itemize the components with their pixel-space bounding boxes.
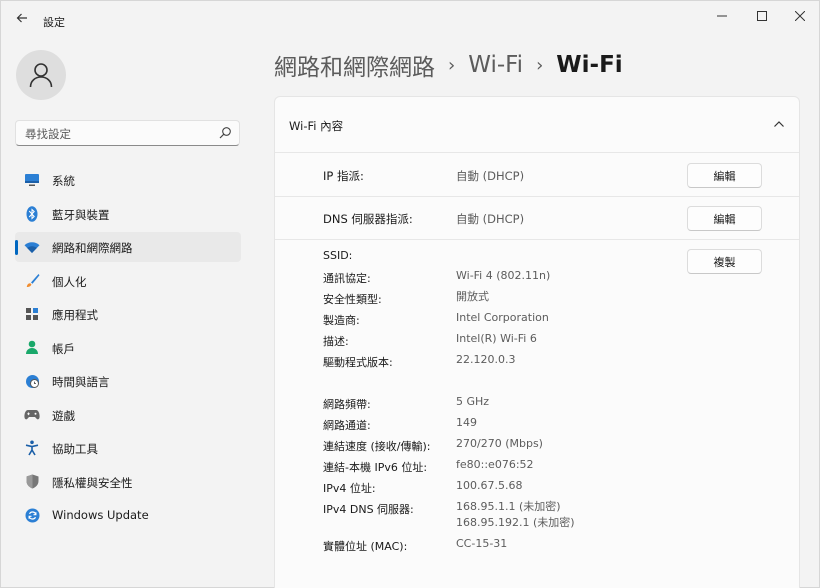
- copy-button[interactable]: 複製: [687, 249, 762, 274]
- security-type-value: 開放式: [456, 290, 489, 303]
- search-input[interactable]: 尋找設定: [15, 120, 240, 146]
- sidebar-item-network[interactable]: 網路和網際網路: [15, 232, 241, 262]
- breadcrumb: 網路和網際網路 › Wi-Fi › Wi-Fi: [274, 47, 623, 83]
- wifi-properties-header[interactable]: Wi-Fi 內容: [275, 97, 799, 153]
- ipv4-label: IPv4 位址:: [323, 482, 376, 495]
- sidebar-item-label: 帳戶: [52, 341, 75, 356]
- ip-assignment-label: IP 指派:: [323, 169, 364, 183]
- sidebar-item-label: 隱私權與安全性: [52, 475, 133, 490]
- back-button[interactable]: [9, 7, 35, 29]
- sidebar-item-accessibility[interactable]: 協助工具: [15, 433, 241, 463]
- sidebar-item-label: 應用程式: [52, 308, 98, 322]
- close-icon: [795, 11, 805, 21]
- title-bar: 設定: [1, 1, 820, 35]
- globe-clock-icon: [24, 373, 40, 389]
- sidebar-item-label: 遊戲: [52, 408, 75, 423]
- security-type-label: 安全性類型:: [323, 293, 382, 306]
- manufacturer-label: 製造商:: [323, 314, 360, 327]
- minimize-icon: [717, 15, 727, 17]
- app-title: 設定: [43, 16, 65, 29]
- person-icon: [24, 340, 40, 356]
- ipv6-value: fe80::e076:52: [456, 458, 534, 471]
- sidebar-item-apps[interactable]: 應用程式: [15, 299, 241, 329]
- ipv6-label: 連結-本機 IPv6 位址:: [323, 461, 428, 474]
- sidebar-item-label: 網路和網際網路: [52, 241, 133, 255]
- ssid-label: SSID:: [323, 249, 353, 262]
- update-icon: [24, 507, 40, 523]
- user-icon: [29, 63, 53, 88]
- sidebar-item-bluetooth[interactable]: 藍牙與裝置: [15, 199, 241, 229]
- network-band-label: 網路頻帶:: [323, 398, 371, 411]
- description-value: Intel(R) Wi-Fi 6: [456, 332, 537, 345]
- ipv4-dns-label: IPv4 DNS 伺服器:: [323, 503, 414, 516]
- maximize-button[interactable]: [745, 5, 779, 27]
- apps-icon: [24, 306, 40, 322]
- page-title: Wi-Fi: [556, 52, 623, 78]
- sidebar-item-label: 時間與語言: [52, 375, 110, 389]
- search-placeholder: 尋找設定: [25, 127, 71, 141]
- shield-icon: [24, 474, 40, 490]
- edit-dns-button[interactable]: 編輯: [687, 206, 762, 231]
- ip-assignment-value: 自動 (DHCP): [456, 169, 525, 183]
- sidebar-nav: 系統 藍牙與裝置 網路和網際網路 個人化 應用程式 帳戶 時間與語言 遊戲 協助…: [15, 165, 241, 534]
- wifi-properties-card: Wi-Fi 內容 IP 指派: 自動 (DHCP) 編輯 DNS 伺服器指派: …: [274, 96, 800, 588]
- ip-assignment-row: IP 指派: 自動 (DHCP) 編輯: [275, 154, 799, 197]
- avatar[interactable]: [16, 50, 66, 100]
- driver-version-value: 22.120.0.3: [456, 353, 516, 366]
- sidebar-item-windows-update[interactable]: Windows Update: [15, 500, 241, 530]
- protocol-value: Wi-Fi 4 (802.11n): [456, 269, 551, 282]
- breadcrumb-wifi[interactable]: Wi-Fi: [468, 52, 523, 78]
- dns-assignment-value: 自動 (DHCP): [456, 212, 525, 226]
- ipv4-dns-value: 168.95.1.1 (未加密): [456, 500, 561, 513]
- edit-ip-button[interactable]: 編輯: [687, 163, 762, 188]
- link-speed-label: 連結速度 (接收/傳輸):: [323, 440, 431, 453]
- ipv4-value: 100.67.5.68: [456, 479, 523, 492]
- driver-version-label: 驅動程式版本:: [323, 356, 393, 369]
- accessibility-icon: [24, 440, 40, 456]
- chevron-right-icon: ›: [448, 54, 456, 76]
- chevron-right-icon: ›: [536, 54, 544, 76]
- manufacturer-value: Intel Corporation: [456, 311, 549, 324]
- network-channel-value: 149: [456, 416, 477, 429]
- sidebar-item-label: 個人化: [52, 274, 87, 289]
- maximize-icon: [757, 11, 767, 21]
- sidebar-item-label: 系統: [52, 174, 75, 188]
- search-icon[interactable]: [218, 126, 232, 140]
- sidebar-item-label: 藍牙與裝置: [52, 207, 110, 222]
- dns-assignment-label: DNS 伺服器指派:: [323, 212, 413, 226]
- monitor-icon: [24, 172, 40, 188]
- sidebar-item-label: 協助工具: [52, 442, 98, 456]
- close-button[interactable]: [783, 5, 817, 27]
- settings-window: 設定 尋找設定 系統 藍牙與裝置 網路和網際網路 個人化 應用程式 帳戶 時間與…: [0, 0, 820, 588]
- breadcrumb-network[interactable]: 網路和網際網路: [274, 48, 435, 82]
- sidebar-item-time-language[interactable]: 時間與語言: [15, 366, 241, 396]
- wifi-properties-title: Wi-Fi 內容: [289, 119, 344, 133]
- network-channel-label: 網路通道:: [323, 419, 371, 432]
- sidebar-item-privacy[interactable]: 隱私權與安全性: [15, 467, 241, 497]
- chevron-up-icon[interactable]: [773, 119, 785, 129]
- sidebar-item-accounts[interactable]: 帳戶: [15, 333, 241, 363]
- ipv4-dns-value-2: 168.95.192.1 (未加密): [456, 516, 575, 529]
- sidebar-item-system[interactable]: 系統: [15, 165, 241, 195]
- link-speed-value: 270/270 (Mbps): [456, 437, 543, 450]
- gamepad-icon: [24, 407, 40, 423]
- mac-address-label: 實體位址 (MAC):: [323, 540, 408, 553]
- network-band-value: 5 GHz: [456, 395, 490, 408]
- minimize-button[interactable]: [705, 5, 739, 27]
- dns-assignment-row: DNS 伺服器指派: 自動 (DHCP) 編輯: [275, 197, 799, 240]
- bluetooth-icon: [24, 205, 40, 222]
- sidebar-item-personalization[interactable]: 個人化: [15, 266, 241, 296]
- protocol-label: 通訊協定:: [323, 272, 371, 285]
- sidebar-item-gaming[interactable]: 遊戲: [15, 400, 241, 430]
- wifi-icon: [24, 239, 40, 255]
- sidebar-item-label: Windows Update: [52, 508, 149, 522]
- mac-address-value: CC-15-31: [456, 537, 508, 550]
- description-label: 描述:: [323, 335, 349, 348]
- brush-icon: [24, 273, 40, 289]
- arrow-left-icon: [16, 13, 27, 23]
